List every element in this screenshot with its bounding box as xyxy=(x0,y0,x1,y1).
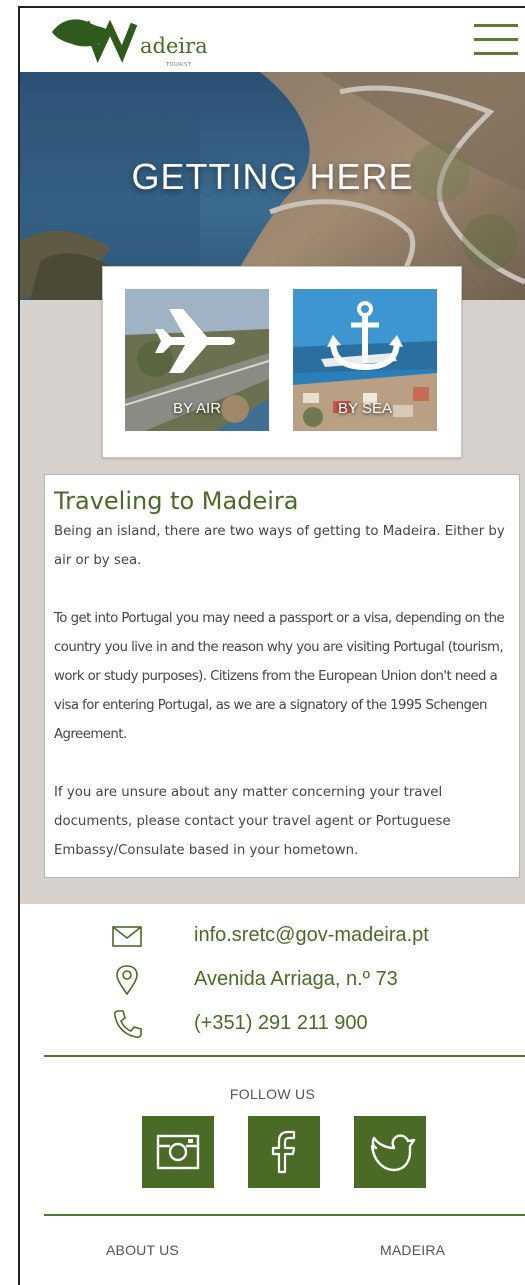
transport-options-card: BY AIR BY SEA xyxy=(102,266,462,458)
by-air-label: BY AIR xyxy=(172,400,222,417)
article-paragraph: Being an island, there are two ways of g… xyxy=(54,524,505,568)
site-header: M adeira TOURIST xyxy=(20,8,525,72)
menu-line-icon xyxy=(474,24,518,27)
madeira-link[interactable]: MADEIRA xyxy=(380,1242,445,1258)
contact-address[interactable]: Avenida Arriaga, n.º 73 xyxy=(110,960,510,1000)
footer-divider xyxy=(44,1055,525,1057)
twitter-icon xyxy=(370,1134,416,1172)
menu-line-icon xyxy=(474,52,518,55)
phone-text: (+351) 291 211 900 xyxy=(194,1012,368,1034)
facebook-button[interactable] xyxy=(248,1116,320,1188)
contact-email[interactable]: info.sretc@gov-madeira.pt xyxy=(110,916,510,956)
menu-line-icon xyxy=(474,38,518,41)
footer-divider xyxy=(44,1214,525,1216)
madeira-logo[interactable]: M adeira TOURIST xyxy=(48,14,208,70)
by-air-tile[interactable]: BY AIR xyxy=(125,289,269,431)
email-text: info.sretc@gov-madeira.pt xyxy=(194,924,429,946)
article-paragraph: If you are unsure about any matter conce… xyxy=(54,785,451,858)
page-title: GETTING HERE xyxy=(131,156,414,197)
address-text: Avenida Arriaga, n.º 73 xyxy=(194,968,398,990)
about-us-link[interactable]: ABOUT US xyxy=(106,1242,179,1258)
instagram-button[interactable] xyxy=(142,1116,214,1188)
logo-wordmark: adeira xyxy=(140,34,208,58)
location-pin-icon xyxy=(116,965,138,996)
article-title: Traveling to Madeira xyxy=(54,487,299,515)
facebook-icon xyxy=(271,1130,296,1174)
hamburger-menu-button[interactable] xyxy=(474,22,518,58)
instagram-icon xyxy=(156,1134,200,1170)
contact-phone[interactable]: (+351) 291 211 900 xyxy=(110,1004,510,1044)
phone-icon xyxy=(113,1010,142,1039)
logo-subtext: TOURIST xyxy=(166,62,192,68)
phone-page: M adeira TOURIST xyxy=(18,6,525,1285)
envelope-icon xyxy=(112,926,142,947)
follow-us-label: FOLLOW US xyxy=(229,1086,316,1102)
article-paragraph: To get into Portugal you may need a pass… xyxy=(54,611,505,742)
travel-info-card: Traveling to Madeira Being an island, th… xyxy=(44,474,520,878)
by-sea-label: BY SEA xyxy=(338,400,392,417)
island-leaf-icon: M xyxy=(52,19,138,64)
twitter-button[interactable] xyxy=(354,1116,426,1188)
by-sea-tile[interactable]: BY SEA xyxy=(293,289,437,431)
